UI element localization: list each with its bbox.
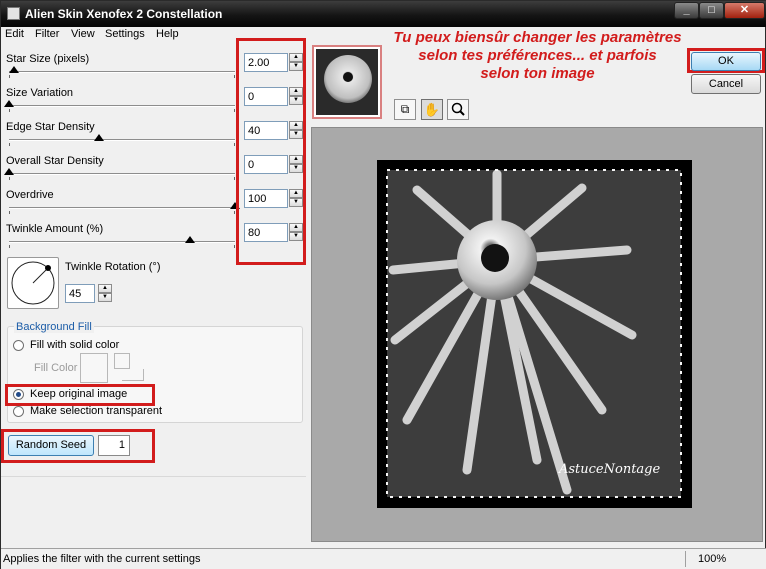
- annotation-line: selon ton image: [480, 65, 595, 82]
- menu-view[interactable]: View: [71, 28, 95, 40]
- fill-color-picker-icon[interactable]: [114, 353, 130, 369]
- keep-original-radio[interactable]: [13, 389, 24, 400]
- size-variation-label: Size Variation: [6, 87, 74, 99]
- star-size-slider-thumb[interactable]: [8, 66, 19, 73]
- fill-color-connector: [122, 369, 144, 381]
- size-variation-slider-track[interactable]: [9, 105, 235, 107]
- random-seed-button[interactable]: Random Seed: [8, 435, 94, 456]
- make-transparent-radio[interactable]: [13, 406, 24, 417]
- menu-settings[interactable]: Settings: [105, 28, 145, 40]
- preview-watermark: AstuceNontage: [559, 462, 661, 477]
- background-fill-title: Background Fill: [14, 321, 94, 333]
- overdrive-slider-track[interactable]: [9, 207, 235, 209]
- slider-tick: [234, 245, 235, 248]
- slider-tick: [9, 177, 10, 180]
- twinkle-amount-slider-thumb[interactable]: [184, 236, 195, 243]
- left-panel-divider: [1, 476, 306, 477]
- minimize-icon[interactable]: _: [674, 2, 699, 19]
- menu-filter[interactable]: Filter: [35, 28, 59, 40]
- fill-color-label: Fill Color: [34, 362, 78, 374]
- twinkle-rotation-dial[interactable]: [7, 257, 59, 309]
- twinkle-amount-slider-track[interactable]: [9, 241, 235, 243]
- fill-solid-radio[interactable]: [13, 340, 24, 351]
- twinkle-rotation-spinner[interactable]: ▲ ▼: [98, 284, 112, 303]
- star-size-label: Star Size (pixels): [6, 53, 90, 65]
- keep-original-label[interactable]: Keep original image: [30, 388, 127, 400]
- overdrive-label: Overdrive: [6, 189, 54, 201]
- maximize-icon[interactable]: □: [699, 2, 724, 19]
- twinkle-rotation-label: Twinkle Rotation (°): [65, 261, 161, 273]
- slider-tick: [9, 143, 10, 146]
- title-bar[interactable]: Alien Skin Xenofex 2 Constellation _ □ ✕: [1, 1, 766, 27]
- slider-tick: [234, 75, 235, 78]
- status-bar: Applies the filter with the current sett…: [1, 548, 766, 569]
- tool-magnify-icon[interactable]: [447, 99, 469, 120]
- menu-edit[interactable]: Edit: [5, 28, 24, 40]
- zoom-level: 100%: [698, 553, 727, 565]
- overall-star-density-slider-thumb[interactable]: [4, 168, 14, 175]
- annotation-highlight-params: [236, 38, 306, 265]
- tool-zoom-preview-icon[interactable]: ⧉: [394, 99, 416, 120]
- fill-color-swatch[interactable]: [80, 353, 108, 383]
- twinkle-amount-label: Twinkle Amount (%): [6, 223, 104, 235]
- annotation-text: Tu peux biensûr changer les paramètres s…: [382, 29, 693, 83]
- slider-tick: [9, 245, 10, 248]
- slider-tick: [234, 143, 235, 146]
- star-size-slider-track[interactable]: [9, 71, 235, 73]
- slider-tick: [234, 109, 235, 112]
- close-icon[interactable]: ✕: [724, 2, 765, 19]
- slider-tick: [234, 177, 235, 180]
- annotation-line: selon tes préférences... et parfois: [418, 47, 657, 64]
- slider-tick: [234, 211, 235, 214]
- edge-star-density-slider-thumb[interactable]: [94, 134, 105, 141]
- edge-star-density-slider-track[interactable]: [9, 139, 235, 141]
- app-icon: [7, 7, 20, 20]
- cancel-button[interactable]: Cancel: [691, 74, 761, 94]
- slider-tick: [9, 211, 10, 214]
- status-text: Applies the filter with the current sett…: [3, 553, 201, 565]
- preview-pane[interactable]: AstuceNontage: [311, 127, 763, 542]
- fill-solid-label[interactable]: Fill with solid color: [30, 339, 119, 351]
- status-divider: [685, 551, 686, 567]
- overall-star-density-slider-track[interactable]: [9, 173, 235, 175]
- window-title: Alien Skin Xenofex 2 Constellation: [25, 7, 223, 21]
- random-seed-input[interactable]: 1: [98, 435, 130, 456]
- slider-tick: [9, 109, 10, 112]
- edge-star-density-label: Edge Star Density: [6, 121, 95, 133]
- annotation-line: Tu peux biensûr changer les paramètres: [393, 29, 682, 46]
- preview-thumbnail[interactable]: [312, 45, 382, 119]
- ok-button[interactable]: OK: [691, 52, 761, 71]
- plugin-window: Alien Skin Xenofex 2 Constellation _ □ ✕…: [0, 0, 766, 569]
- overall-star-density-label: Overall Star Density: [6, 155, 104, 167]
- tool-hand-icon[interactable]: ✋: [421, 99, 443, 120]
- twinkle-rotation-input[interactable]: 45: [65, 284, 95, 303]
- size-variation-slider-thumb[interactable]: [4, 100, 14, 107]
- slider-tick: [9, 75, 10, 78]
- preview-image: AstuceNontage: [377, 160, 692, 508]
- menu-help[interactable]: Help: [156, 28, 179, 40]
- make-transparent-label[interactable]: Make selection transparent: [30, 405, 162, 417]
